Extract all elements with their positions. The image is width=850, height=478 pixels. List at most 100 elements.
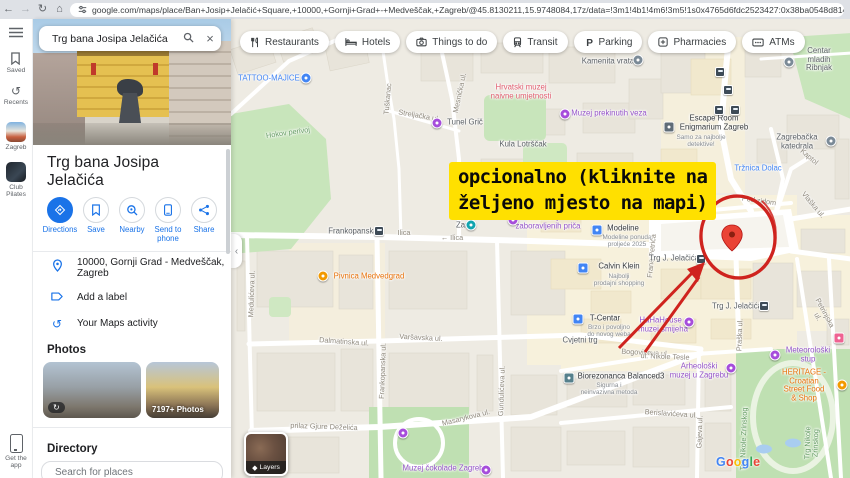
map-poi-layer xyxy=(231,19,850,478)
poi-icon[interactable] xyxy=(465,219,477,231)
sidebar-item-recents[interactable]: ↺ Recents xyxy=(4,85,28,107)
transit-stop-icon[interactable] xyxy=(723,85,733,95)
train-icon xyxy=(514,36,522,47)
chip-things-to-do[interactable]: Things to do xyxy=(406,31,498,53)
layers-icon: ◆ xyxy=(252,464,258,472)
chip-label: ATMs xyxy=(769,36,795,48)
restaurants-icon xyxy=(251,36,258,47)
home-icon[interactable]: ⌂ xyxy=(51,0,68,19)
poi-icon[interactable] xyxy=(632,54,644,66)
poi-icon[interactable] xyxy=(825,135,837,147)
google-logo-letter: G xyxy=(716,455,726,469)
poi-icon[interactable] xyxy=(559,108,571,120)
poi-icon[interactable] xyxy=(480,464,492,476)
poi-icon[interactable] xyxy=(836,379,848,391)
directions-icon xyxy=(47,197,73,223)
search-icon[interactable] xyxy=(177,32,199,46)
address-row[interactable]: 10000, Gornji Grad - Medveščak, Zagreb xyxy=(33,252,231,284)
place-panel: Trg bana Josipa Jelačića × Trg bana Josi… xyxy=(33,19,231,478)
send-to-phone-button[interactable]: Send to phone xyxy=(151,197,185,244)
bookmark-icon xyxy=(11,52,21,65)
transit-stop-icon[interactable] xyxy=(696,254,706,264)
map-canvas[interactable]: TATTOO-MAJICE Hokov perivoj Tuškanac Strelj… xyxy=(231,19,850,478)
pharmacy-cross-icon xyxy=(658,37,669,47)
forward-icon[interactable]: → xyxy=(17,0,34,19)
back-icon[interactable]: ← xyxy=(0,0,17,19)
action-buttons: Directions Save Nearby Send to phone Sha… xyxy=(33,197,231,244)
directory-search-input[interactable] xyxy=(53,465,222,478)
chip-pharmacies[interactable]: Pharmacies xyxy=(648,31,737,53)
browser-toolbar: ← → ↻ ⌂ google.com/maps/place/Ban+Josip+… xyxy=(0,0,850,19)
site-settings-icon[interactable] xyxy=(78,5,87,14)
sidebar-item-club-pilates[interactable]: Club Pilates xyxy=(1,161,31,199)
directions-button[interactable]: Directions xyxy=(43,197,77,244)
transit-stop-icon[interactable] xyxy=(715,67,725,77)
transit-stop-icon[interactable] xyxy=(714,105,724,115)
collapse-panel-button[interactable]: ‹ xyxy=(231,234,242,268)
zagreb-thumbnail xyxy=(6,122,26,143)
address-bar[interactable]: google.com/maps/place/Ban+Josip+Jelačić+… xyxy=(70,2,844,17)
reload-icon[interactable]: ↻ xyxy=(34,0,51,19)
google-logo-letter: o xyxy=(733,455,742,469)
poi-icon[interactable] xyxy=(591,224,603,236)
chevron-left-icon: ‹ xyxy=(234,245,239,257)
poi-icon[interactable] xyxy=(397,427,409,439)
get-the-app-button[interactable]: Get the app xyxy=(3,433,29,470)
svg-text:P: P xyxy=(586,38,593,48)
poi-icon[interactable] xyxy=(783,56,795,68)
add-label-row[interactable]: Add a label xyxy=(33,284,231,312)
maps-activity-row[interactable]: ↺ Your Maps activity xyxy=(33,312,231,336)
poi-icon[interactable] xyxy=(563,372,575,384)
directory-heading: Directory xyxy=(47,442,98,455)
chip-parking[interactable]: P Parking xyxy=(573,31,643,53)
zagreb-label: Zagreb xyxy=(5,144,27,152)
photos-thumbnail[interactable]: 7197+ Photos xyxy=(146,361,219,418)
street-view-thumbnail[interactable]: ↻ xyxy=(43,361,141,418)
chip-hotels[interactable]: Hotels xyxy=(334,31,401,53)
save-icon xyxy=(83,197,109,223)
search-input[interactable]: Trg bana Josipa Jelačića xyxy=(52,33,177,45)
poi-icon[interactable] xyxy=(572,313,584,325)
hotels-icon xyxy=(345,38,357,46)
poi-icon[interactable] xyxy=(663,121,675,133)
recents-icon: ↺ xyxy=(10,83,22,98)
yellow-annotation: opcionalno (kliknite na željeno mjesto n… xyxy=(449,162,717,220)
google-logo-letter: o xyxy=(725,455,734,469)
menu-button[interactable] xyxy=(9,27,23,38)
label-tag-icon xyxy=(49,289,65,307)
poi-icon[interactable] xyxy=(300,72,312,84)
sidebar-item-saved[interactable]: Saved xyxy=(7,52,25,75)
nearby-button[interactable]: Nearby xyxy=(115,197,149,244)
share-icon xyxy=(191,197,217,223)
send-to-phone-label: Send to phone xyxy=(154,225,182,243)
save-button[interactable]: Save xyxy=(79,197,113,244)
transit-stop-icon[interactable] xyxy=(730,105,740,115)
chip-transit[interactable]: Transit xyxy=(503,31,568,53)
transit-stop-icon[interactable] xyxy=(374,226,384,236)
nearby-label: Nearby xyxy=(119,225,145,234)
transit-stop-icon[interactable] xyxy=(759,301,769,311)
save-label: Save xyxy=(87,225,105,234)
poi-icon[interactable] xyxy=(769,349,781,361)
poi-icon[interactable] xyxy=(833,332,845,344)
location-pin-icon xyxy=(49,259,65,277)
poi-icon[interactable] xyxy=(317,270,329,282)
poi-icon[interactable] xyxy=(431,117,443,129)
share-button[interactable]: Share xyxy=(187,197,221,244)
chip-label: Things to do xyxy=(432,36,488,48)
sidebar-item-zagreb[interactable]: Zagreb xyxy=(5,122,27,152)
panel-scrollbar[interactable] xyxy=(226,149,230,254)
poi-icon[interactable] xyxy=(725,362,737,374)
google-maps-app: ← → ↻ ⌂ google.com/maps/place/Ban+Josip+… xyxy=(0,0,850,478)
place-title: Trg bana Josipa Jelačića xyxy=(47,154,160,189)
address-text: 10000, Gornji Grad - Medveščak, Zagreb xyxy=(77,256,225,279)
poi-icon[interactable] xyxy=(577,262,589,274)
parking-icon: P xyxy=(586,38,593,48)
close-icon[interactable]: × xyxy=(199,31,221,46)
search-box[interactable]: Trg bana Josipa Jelačića × xyxy=(39,26,221,51)
layers-button[interactable]: ◆ Layers xyxy=(244,432,288,476)
chip-restaurants[interactable]: Restaurants xyxy=(240,31,329,53)
chip-atms[interactable]: ATMs xyxy=(742,31,805,53)
directory-search[interactable] xyxy=(41,460,223,478)
poi-icon[interactable] xyxy=(683,316,695,328)
